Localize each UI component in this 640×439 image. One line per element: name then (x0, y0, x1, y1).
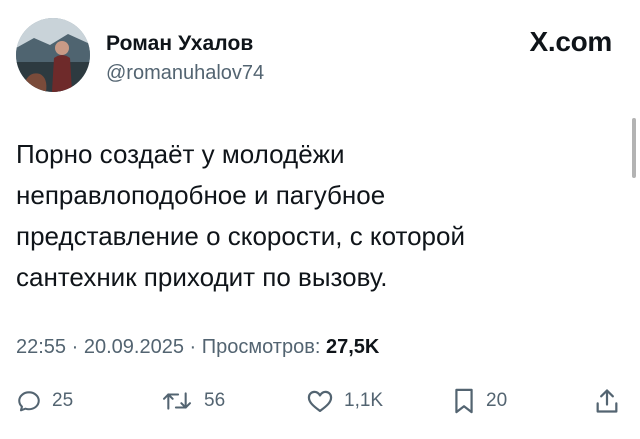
tweet-date[interactable]: 20.09.2025 (84, 336, 184, 358)
share-icon (594, 387, 620, 415)
repost-count: 56 (204, 390, 226, 411)
tweet-text-line: Порно создаёт у молодёжи (16, 139, 345, 169)
reply-count: 25 (52, 390, 74, 411)
author-handle[interactable]: @romanuhalov74 (106, 62, 264, 85)
scrollbar-thumb[interactable] (632, 118, 636, 178)
tweet-text-line: неправлоподобное и пагубное (16, 180, 386, 210)
views-label: Просмотров: (201, 336, 321, 358)
like-count: 1,1K (344, 390, 384, 411)
meta-separator: · (183, 336, 202, 358)
avatar[interactable] (16, 18, 90, 92)
views-count: 27,5K (325, 336, 380, 358)
tweet-time[interactable]: 22:55 (16, 336, 66, 358)
repost-icon (160, 388, 194, 414)
author-name[interactable]: Роман Ухалов (106, 32, 253, 56)
like-icon (306, 388, 334, 414)
bookmark-count: 20 (486, 390, 508, 411)
tweet-text-line: сантехник приходит по вызову. (16, 262, 388, 292)
tweet-text-line: представление о скорости, с которой (16, 221, 465, 251)
reply-button[interactable]: 25 (16, 386, 73, 416)
tweet-meta: 22:55 · 20.09.2025 · Просмотров: 27,5K (16, 336, 379, 359)
bookmark-button[interactable]: 20 (452, 386, 507, 416)
share-button[interactable] (594, 386, 620, 416)
tweet-text: Порно создаёт у молодёжи неправлоподобно… (16, 134, 616, 298)
meta-separator: · (66, 336, 84, 358)
reply-icon (16, 388, 42, 414)
like-button[interactable]: 1,1K (306, 386, 383, 416)
bookmark-icon (452, 387, 476, 415)
repost-button[interactable]: 56 (160, 386, 225, 416)
brand-watermark: X.com (529, 26, 612, 57)
